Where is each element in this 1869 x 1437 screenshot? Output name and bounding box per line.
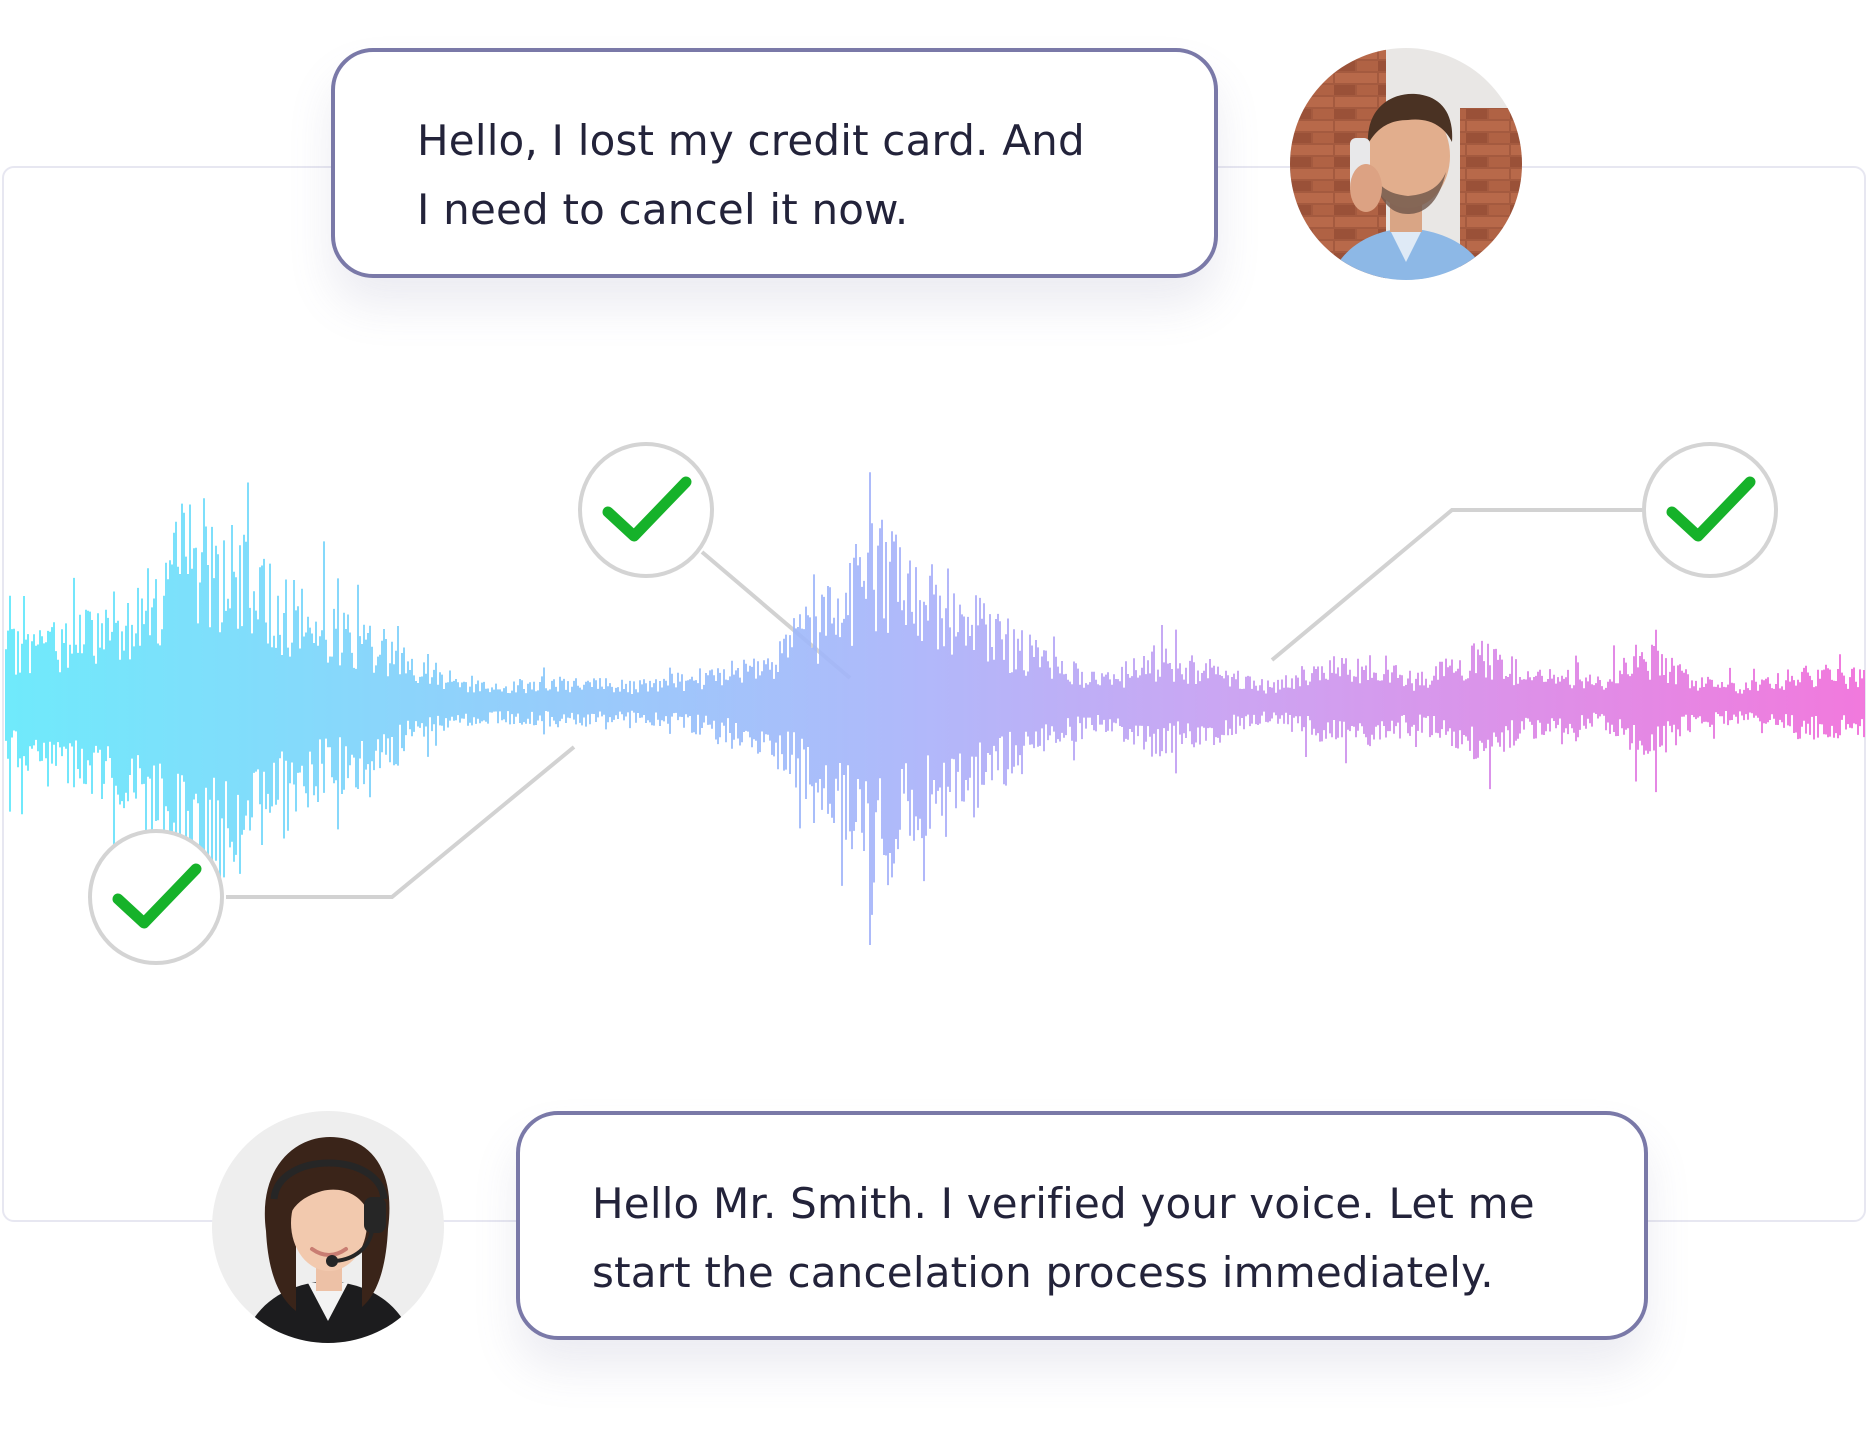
checkmark-icon (1666, 476, 1756, 542)
verification-check-3 (1642, 442, 1778, 578)
agent-avatar (212, 1111, 444, 1343)
customer-message-line-2: I need to cancel it now. (417, 185, 909, 234)
voice-verification-illustration: Hello, I lost my credit card. And I need… (0, 0, 1869, 1437)
agent-message-line-1: Hello Mr. Smith. I verified your voice. … (592, 1179, 1535, 1228)
verification-check-2 (578, 442, 714, 578)
audio-waveform (5, 472, 1865, 945)
agent-message-line-2: start the cancelation process immediatel… (592, 1248, 1494, 1297)
customer-avatar (1290, 48, 1522, 280)
customer-on-phone-photo (1290, 48, 1522, 280)
checkmark-icon (112, 863, 202, 929)
waveform-bars (5, 472, 1865, 945)
connector-line-right (1270, 508, 1644, 662)
agent-message-bubble: Hello Mr. Smith. I verified your voice. … (516, 1111, 1648, 1340)
customer-message-bubble: Hello, I lost my credit card. And I need… (331, 48, 1218, 278)
support-agent-headset-photo (212, 1111, 444, 1343)
customer-message-line-1: Hello, I lost my credit card. And (417, 116, 1085, 165)
verification-check-1 (88, 829, 224, 965)
checkmark-icon (602, 476, 692, 542)
